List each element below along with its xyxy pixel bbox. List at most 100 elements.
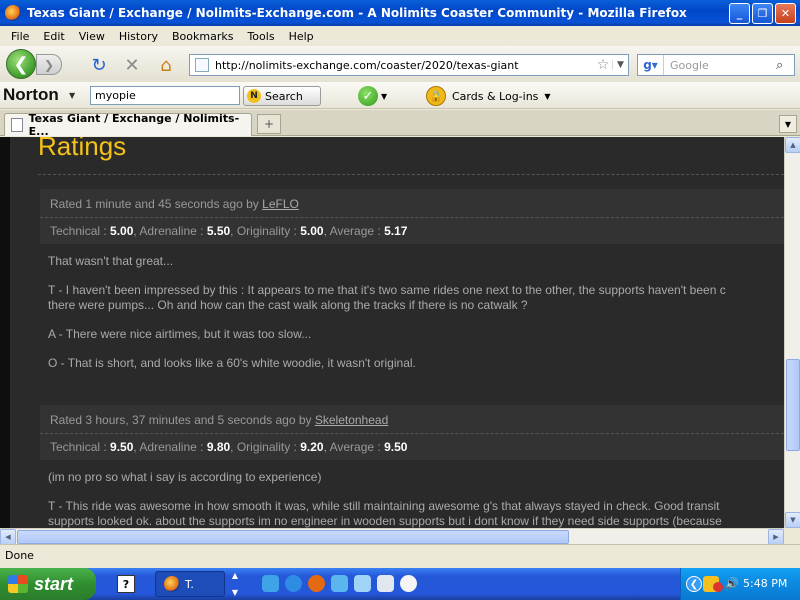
tray-expand-icon[interactable]: ❮ — [686, 576, 702, 592]
ie-icon[interactable] — [285, 575, 302, 592]
cards-label: Cards & Log-ins — [452, 89, 539, 103]
back-button[interactable]: ❮ — [6, 49, 36, 79]
adrenaline-label: , Adrenaline : — [133, 224, 204, 238]
cards-logins-button[interactable]: 🔒 Cards & Log-ins ▼ — [426, 86, 551, 106]
clock: 5:48 PM — [743, 577, 788, 590]
menu-tools[interactable]: Tools — [240, 30, 281, 43]
scroll-right-button[interactable]: ▶ — [768, 529, 784, 545]
taskbar-scroll-arrows[interactable]: ▲ ▼ — [229, 571, 241, 597]
adrenaline-score: 5.50 — [206, 224, 231, 238]
url-dropdown-icon[interactable]: ▼ — [612, 60, 628, 70]
url-text[interactable]: http://nolimits-exchange.com/coaster/202… — [215, 59, 594, 72]
author-link[interactable]: LeFLO — [262, 197, 299, 211]
taskbar-firefox-task[interactable]: T. — [155, 571, 225, 597]
volume-icon[interactable]: 🔊 — [725, 577, 739, 591]
norton-safe-check-icon[interactable]: ✓ — [358, 86, 378, 106]
norton-logo[interactable]: Norton — [3, 85, 59, 105]
author-link[interactable]: Skeletonhead — [315, 413, 388, 427]
rating-scores: Technical : 5.00, Adrenaline : 5.50, Ori… — [40, 217, 784, 244]
rating-body: That wasn't that great... T - I haven't … — [40, 244, 784, 381]
norton-search-button[interactable]: N Search — [243, 86, 321, 106]
search-icon[interactable]: ⌕ — [776, 58, 794, 73]
scrollbar-corner — [784, 528, 800, 544]
technical-score: 9.50 — [110, 440, 134, 454]
close-button[interactable]: ✕ — [775, 3, 796, 24]
rating-paragraph: there were pumps... Oh and how can the c… — [48, 298, 528, 312]
rating-paragraph: T - I haven't been impressed by this : I… — [48, 283, 726, 297]
search-placeholder[interactable]: Google — [664, 59, 776, 72]
menu-edit[interactable]: Edit — [36, 30, 71, 43]
adrenaline-label: , Adrenaline : — [133, 440, 204, 454]
rating-paragraph: That wasn't that great... — [48, 254, 174, 268]
menu-file[interactable]: File — [4, 30, 36, 43]
windows-flag-icon — [8, 575, 28, 593]
scroll-down-button[interactable]: ▼ — [785, 512, 800, 528]
quicklaunch-icon[interactable] — [262, 575, 279, 592]
rated-time: Rated 3 hours, 37 minutes and 5 seconds … — [50, 413, 312, 427]
forward-button[interactable]: ❯ — [36, 54, 62, 75]
norton-safe-dropdown-icon[interactable]: ▼ — [381, 92, 387, 101]
scroll-left-button[interactable]: ◀ — [0, 529, 16, 545]
taskbar: start ? T. ▲ ▼ ❮ 🔊 5:48 PM — [0, 568, 800, 600]
page-icon — [195, 58, 209, 72]
start-button[interactable]: start — [0, 568, 96, 600]
menu-history[interactable]: History — [112, 30, 165, 43]
horizontal-scroll-thumb[interactable] — [17, 530, 569, 544]
url-bar[interactable]: http://nolimits-exchange.com/coaster/202… — [189, 54, 629, 76]
rating-header: Rated 1 minute and 45 seconds ago by LeF… — [40, 189, 784, 217]
norton-toolbar: Norton ▼ myopie N Search ✓ ▼ 🔒 Cards & L… — [0, 82, 800, 109]
page-content: Ratings Rated 1 minute and 45 seconds ag… — [0, 137, 784, 528]
divider — [38, 174, 784, 175]
navigation-toolbar: ❮ ❯ ↻ ✕ ⌂ http://nolimits-exchange.com/c… — [0, 46, 800, 82]
rating-header: Rated 3 hours, 37 minutes and 5 seconds … — [40, 405, 784, 433]
restore-button[interactable]: ❐ — [752, 3, 773, 24]
status-bar: Done — [0, 544, 800, 566]
technical-label: Technical : — [50, 224, 107, 238]
new-tab-button[interactable]: + — [257, 114, 281, 134]
media-player-icon[interactable] — [400, 575, 417, 592]
google-engine-icon[interactable]: g▾ — [638, 55, 664, 75]
originality-label: , Originality : — [230, 440, 297, 454]
tab-list-icon[interactable]: ▼ — [779, 115, 797, 133]
scroll-up-button[interactable]: ▲ — [785, 137, 800, 153]
norton-search-input[interactable]: myopie — [90, 86, 240, 105]
average-score: 5.17 — [384, 224, 408, 238]
window-controls: _ ❐ ✕ — [729, 3, 796, 24]
bookmark-star-icon[interactable]: ☆ — [594, 57, 612, 73]
originality-score: 5.00 — [300, 224, 324, 238]
stop-icon[interactable]: ✕ — [122, 55, 142, 76]
quick-launch — [262, 575, 417, 592]
help-icon[interactable]: ? — [117, 575, 135, 593]
rating-paragraph: (im no pro so what i say is according to… — [48, 470, 322, 484]
vertical-scrollbar[interactable]: ▲ ▼ — [784, 137, 800, 528]
quicklaunch-icon[interactable] — [331, 575, 348, 592]
horizontal-scrollbar[interactable]: ◀ ▶ — [0, 528, 784, 545]
norton-menu-icon[interactable]: ▼ — [69, 91, 75, 100]
tab-texas-giant[interactable]: Texas Giant / Exchange / Nolimits-E... — [4, 112, 252, 138]
average-label: , Average : — [323, 224, 381, 238]
technical-label: Technical : — [50, 440, 107, 454]
reload-icon[interactable]: ↻ — [89, 55, 109, 76]
rating-entry: Rated 3 hours, 37 minutes and 5 seconds … — [40, 405, 784, 528]
quicklaunch-icon[interactable] — [354, 575, 371, 592]
rating-paragraph: O - That is short, and looks like a 60's… — [48, 356, 416, 370]
alert-tray-icon[interactable] — [713, 582, 723, 592]
average-score: 9.50 — [384, 440, 408, 454]
status-text: Done — [5, 549, 34, 562]
firefox-quick-icon[interactable] — [308, 575, 325, 592]
technical-score: 5.00 — [110, 224, 134, 238]
rating-body: (im no pro so what i say is according to… — [40, 460, 784, 528]
search-box[interactable]: g▾ Google ⌕ — [637, 54, 795, 76]
menu-bookmarks[interactable]: Bookmarks — [165, 30, 240, 43]
minimize-button[interactable]: _ — [729, 3, 750, 24]
vertical-scroll-thumb[interactable] — [786, 359, 800, 451]
menu-help[interactable]: Help — [282, 30, 321, 43]
quicklaunch-icon[interactable] — [377, 575, 394, 592]
menu-view[interactable]: View — [72, 30, 112, 43]
left-strip — [0, 137, 10, 528]
home-icon[interactable]: ⌂ — [156, 55, 176, 76]
firefox-icon — [164, 576, 180, 592]
cards-dropdown-icon: ▼ — [544, 91, 551, 101]
firefox-icon — [5, 5, 21, 21]
rating-paragraph: supports looked ok. about the supports i… — [48, 514, 722, 528]
